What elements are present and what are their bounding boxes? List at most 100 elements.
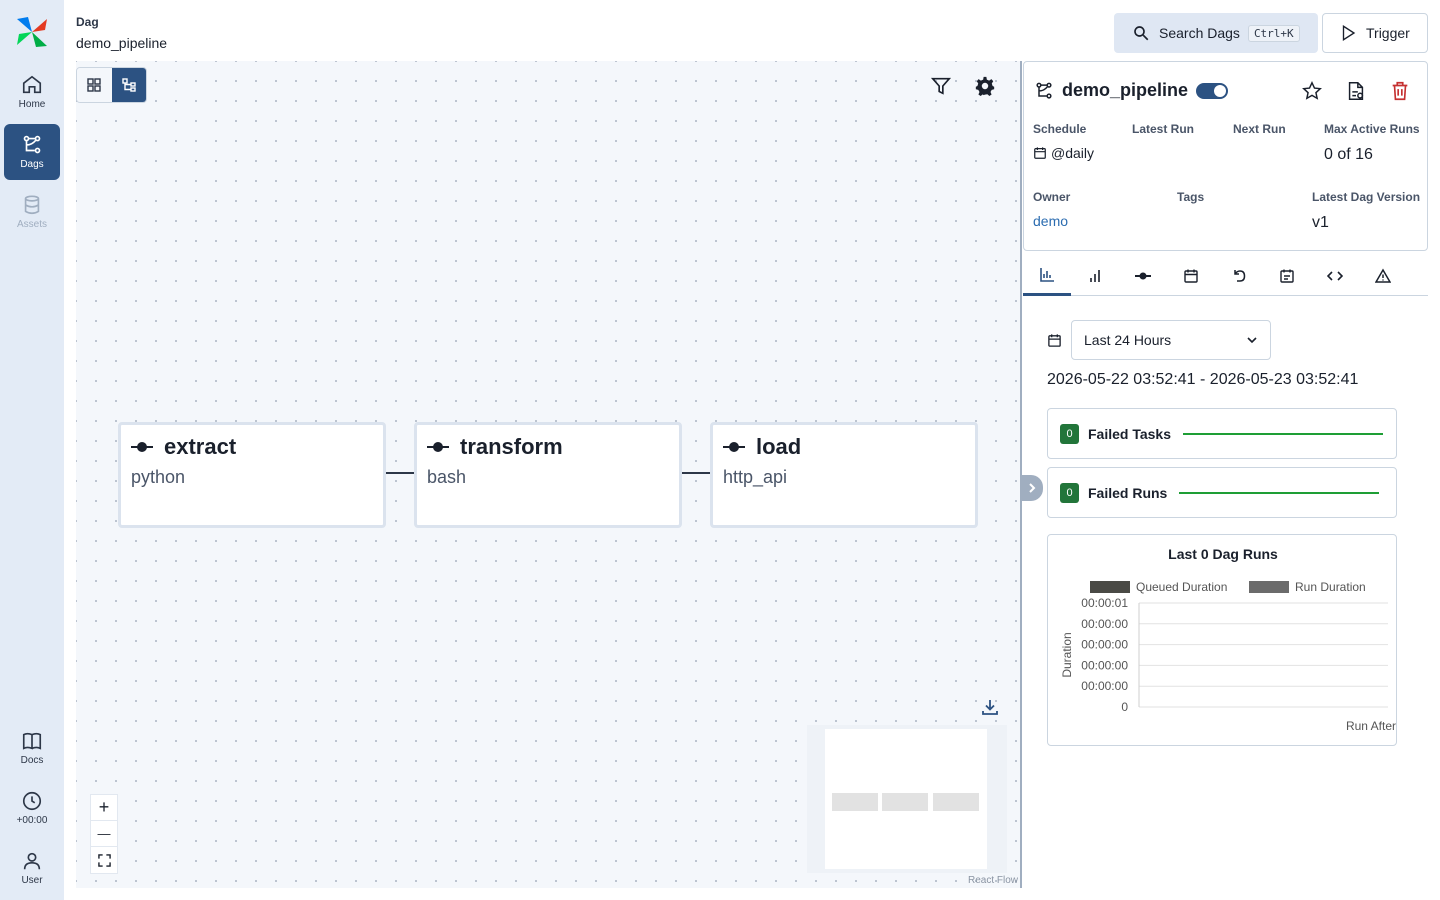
- nav-home-label: Home: [18, 99, 46, 110]
- graph-canvas[interactable]: extract python transform bash load http_…: [76, 61, 1022, 888]
- nav-docs[interactable]: Docs: [4, 720, 60, 776]
- task-icon: [427, 442, 449, 452]
- assets-icon: [24, 195, 40, 215]
- breadcrumb-type[interactable]: Dag: [76, 15, 99, 29]
- tab-warnings[interactable]: [1359, 256, 1407, 296]
- audit-log-icon: [1280, 269, 1294, 283]
- warning-icon: [1375, 268, 1391, 283]
- tags-label: Tags: [1177, 190, 1205, 204]
- react-flow-attribution[interactable]: React Flow: [968, 875, 1018, 886]
- task-icon: [131, 442, 153, 452]
- search-icon: [1134, 26, 1149, 41]
- nav-dags[interactable]: Dags: [4, 124, 60, 180]
- fullscreen-icon: [97, 853, 111, 867]
- search-shortcut-badge: Ctrl+K: [1247, 24, 1300, 42]
- chevron-right-icon: [1029, 483, 1036, 493]
- zoom-in-button[interactable]: +: [91, 795, 117, 821]
- schedule-text: @daily: [1051, 145, 1095, 161]
- fit-view-button[interactable]: [91, 847, 117, 873]
- tab-code[interactable]: [1311, 256, 1359, 296]
- search-dags-label: Search Dags: [1159, 25, 1240, 41]
- task-node-transform[interactable]: transform bash: [414, 422, 682, 528]
- star-icon[interactable]: [1301, 80, 1323, 102]
- calendar-icon: [1048, 333, 1061, 347]
- play-icon: [1342, 25, 1356, 41]
- trash-icon[interactable]: [1389, 80, 1411, 102]
- graph-icon: [122, 78, 136, 92]
- nav-home[interactable]: Home: [4, 64, 60, 120]
- code-icon: [1327, 271, 1343, 281]
- nav-assets-label: Assets: [16, 219, 47, 230]
- dag-tabs: [1023, 256, 1428, 296]
- task-node-extract[interactable]: extract python: [118, 422, 386, 528]
- time-range-select[interactable]: Last 24 Hours: [1071, 320, 1271, 360]
- trigger-button[interactable]: Trigger: [1322, 13, 1428, 53]
- grid-view-button[interactable]: [77, 68, 112, 102]
- left-nav: Home Dags Assets Docs +00:00 User: [0, 0, 64, 900]
- gear-icon[interactable]: [974, 75, 996, 97]
- minimap[interactable]: [807, 725, 1007, 873]
- task-icon: [1135, 272, 1151, 280]
- collapse-panel-button[interactable]: [1021, 475, 1043, 501]
- search-dags-button[interactable]: Search Dags Ctrl+K: [1114, 13, 1318, 53]
- y-tick-label: 0: [1121, 700, 1128, 714]
- dag-runs-chart-card: Last 0 Dag Runs Queued Duration Run Durati…: [1047, 534, 1397, 746]
- tab-runs[interactable]: [1071, 256, 1119, 296]
- tab-backfills[interactable]: [1215, 256, 1263, 296]
- task-node-title: transform: [427, 434, 563, 460]
- runs-chart-icon: [1090, 270, 1100, 282]
- nav-docs-label: Docs: [20, 755, 44, 766]
- owner-link[interactable]: demo: [1033, 213, 1068, 229]
- tab-tasks[interactable]: [1119, 256, 1167, 296]
- task-operator: python: [131, 467, 186, 487]
- task-operator: bash: [427, 467, 467, 487]
- task-name: extract: [164, 434, 237, 459]
- bar-chart-icon: [1040, 267, 1054, 282]
- view-mode-toggle: [76, 67, 147, 103]
- nav-timezone[interactable]: +00:00: [4, 780, 60, 836]
- pause-toggle[interactable]: [1196, 82, 1229, 99]
- tab-calendar[interactable]: [1167, 256, 1215, 296]
- schedule-label: Schedule: [1033, 122, 1087, 136]
- grid-icon: [87, 78, 101, 92]
- nav-user-label: User: [21, 875, 43, 886]
- zoom-controls: + —: [90, 794, 118, 874]
- tab-audit-log[interactable]: [1263, 256, 1311, 296]
- dags-icon: [23, 135, 41, 154]
- task-node-title: load: [723, 434, 801, 460]
- legend-swatch: [1249, 581, 1289, 593]
- tab-overview[interactable]: [1023, 256, 1071, 296]
- y-tick-label: 00:00:00: [1081, 658, 1128, 672]
- max-active-label: Max Active Runs: [1324, 122, 1420, 136]
- failed-tasks-sparkline: [1183, 432, 1384, 435]
- book-icon: [22, 732, 42, 750]
- edge-transform-load: [682, 472, 710, 474]
- home-icon: [22, 75, 42, 94]
- undo-icon: [1234, 270, 1246, 282]
- dag-details-card: demo_pipeline Schedule @daily Latest Run…: [1023, 61, 1428, 251]
- failed-runs-card[interactable]: 0 Failed Runs: [1047, 467, 1397, 518]
- failed-runs-sparkline: [1179, 491, 1380, 494]
- failed-tasks-card[interactable]: 0 Failed Tasks: [1047, 408, 1397, 459]
- time-range-row: Last 24 Hours: [1047, 320, 1271, 360]
- graph-view-button[interactable]: [111, 68, 146, 102]
- owner-label: Owner: [1033, 190, 1071, 204]
- download-icon[interactable]: [980, 697, 1000, 717]
- next-run-label: Next Run: [1233, 122, 1286, 136]
- task-node-load[interactable]: load http_api: [710, 422, 978, 528]
- nav-timezone-label: +00:00: [16, 815, 48, 826]
- reparse-file-icon[interactable]: [1345, 80, 1367, 102]
- y-tick-label: 00:00:00: [1081, 679, 1128, 693]
- nav-assets[interactable]: Assets: [4, 184, 60, 240]
- y-tick-label: 00:00:00: [1081, 617, 1128, 631]
- chevron-down-icon: [1247, 337, 1257, 344]
- y-tick-label: 00:00:01: [1081, 596, 1128, 610]
- nav-user[interactable]: User: [4, 840, 60, 896]
- filter-icon[interactable]: [930, 75, 952, 97]
- latest-version-label: Latest Dag Version: [1312, 190, 1421, 204]
- task-operator: http_api: [723, 467, 788, 487]
- edge-extract-transform: [386, 472, 414, 474]
- airflow-logo[interactable]: [15, 15, 49, 49]
- failed-runs-label: Failed Runs: [1088, 484, 1168, 501]
- zoom-out-button[interactable]: —: [91, 821, 117, 847]
